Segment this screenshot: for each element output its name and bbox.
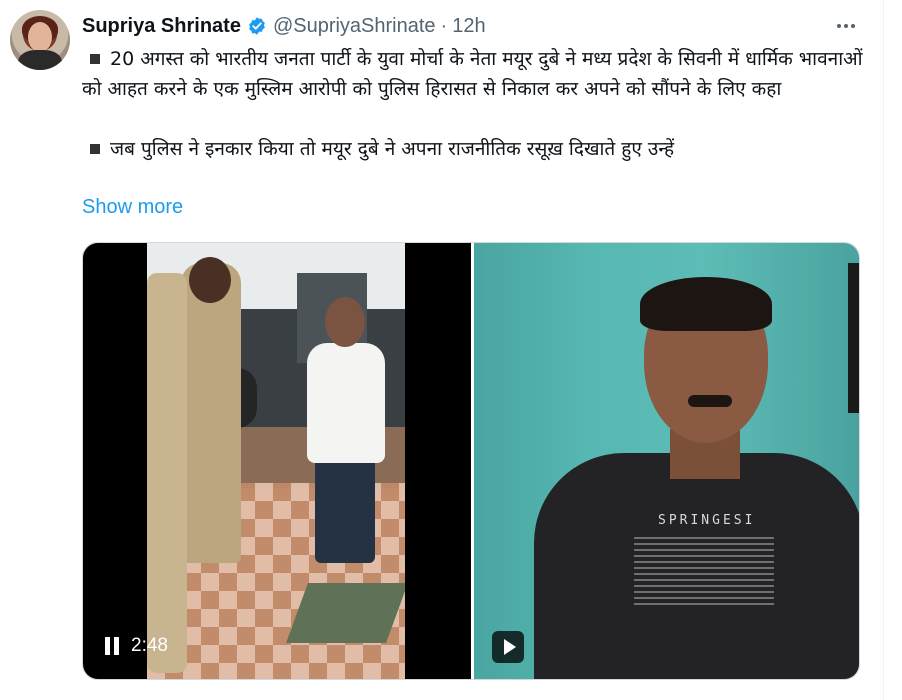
timeline-divider bbox=[883, 0, 884, 700]
shirt-print-text: SPRINGESI bbox=[658, 513, 756, 528]
tweet-header: Supriya Shrinate @SupriyaShrinate · 12h bbox=[82, 12, 486, 40]
video-duration: 2:48 bbox=[131, 635, 168, 656]
video-frame bbox=[147, 243, 405, 679]
tweet-paragraph: जब पुलिस ने इनकार किया तो मयूर दुबे ने अ… bbox=[82, 134, 872, 164]
verified-badge-icon bbox=[249, 17, 265, 35]
media-grid: 2:48 SPRINGESI bbox=[82, 242, 860, 680]
header-separator: · bbox=[440, 14, 448, 37]
play-icon[interactable] bbox=[492, 631, 524, 663]
video-player[interactable]: 2:48 bbox=[83, 243, 471, 679]
show-more-link[interactable]: Show more bbox=[82, 196, 183, 219]
video-controls: 2:48 bbox=[105, 633, 168, 659]
tweet-timestamp[interactable]: 12h bbox=[452, 15, 485, 38]
square-bullet-icon bbox=[90, 144, 100, 154]
tweet-text: 20 अगस्त को भारतीय जनता पार्टी के युवा म… bbox=[82, 44, 872, 164]
square-bullet-icon bbox=[90, 54, 100, 64]
author-name[interactable]: Supriya Shrinate bbox=[82, 15, 241, 38]
video-thumbnail[interactable]: SPRINGESI bbox=[474, 243, 859, 679]
tweet-card: Supriya Shrinate @SupriyaShrinate · 12h … bbox=[0, 0, 902, 700]
tweet-paragraph: 20 अगस्त को भारतीय जनता पार्टी के युवा म… bbox=[82, 48, 863, 100]
author-handle[interactable]: @SupriyaShrinate bbox=[273, 15, 436, 38]
more-options-icon[interactable] bbox=[832, 14, 860, 38]
author-avatar[interactable] bbox=[10, 10, 70, 70]
pause-icon[interactable] bbox=[105, 637, 121, 655]
